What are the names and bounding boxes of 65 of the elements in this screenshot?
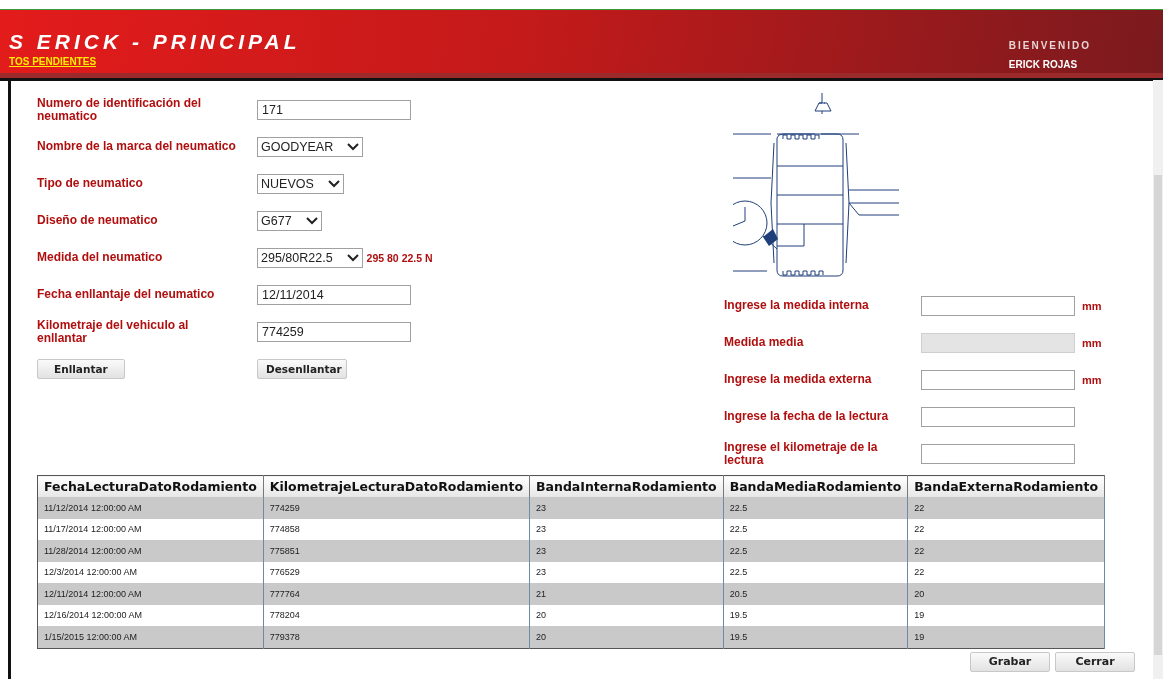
chevron-icon: [346, 253, 359, 262]
field-label: Ingrese el kilometraje de la lectura: [724, 440, 879, 467]
table-cell: 23: [529, 540, 724, 562]
table-cell: 21: [529, 583, 724, 605]
unit-label: mm: [1081, 336, 1103, 349]
column-header: BandaExternaRodamiento: [907, 475, 1105, 497]
input-field[interactable]: [921, 443, 1075, 464]
size-code: 295 80 22.5 N: [366, 251, 433, 264]
field-label: Nombre de la marca del neumatico: [37, 140, 237, 153]
dropdown[interactable]: NUEVOS: [257, 173, 344, 194]
field-label: Numero de identificación del neumatico: [37, 94, 203, 125]
table-cell: 22: [907, 540, 1105, 562]
pending-link[interactable]: TOS PENDIENTES: [9, 56, 97, 67]
column-header: KilometrajeLecturaDatoRodamiento: [263, 475, 530, 497]
unmount-button[interactable]: Desenllantar: [257, 358, 347, 379]
input-field[interactable]: [921, 295, 1075, 316]
table-cell: 19: [907, 626, 1105, 648]
table-cell: 20.5: [723, 583, 908, 605]
table-cell: 22: [907, 497, 1105, 519]
input-field[interactable]: [921, 406, 1075, 427]
table-cell: 19.5: [723, 626, 908, 648]
field-label: Ingrese la medida interna: [724, 299, 870, 312]
table-cell: 22.5: [723, 497, 908, 519]
user-name: ERICK ROJAS: [1008, 59, 1079, 70]
unit-label: mm: [1081, 373, 1103, 386]
welcome-label: BIENVENIDO: [1008, 40, 1091, 51]
table-cell: 20: [907, 583, 1105, 605]
scrollbar[interactable]: [1153, 80, 1163, 679]
column-header: BandaMediaRodamiento: [723, 475, 908, 497]
dropdown[interactable]: G677: [257, 210, 322, 231]
table-cell: 12/11/2014 12:00:00 AM: [37, 583, 264, 605]
input-field[interactable]: [921, 369, 1075, 390]
table-cell: 1/15/2015 12:00:00 AM: [37, 626, 264, 648]
input-field[interactable]: 774259: [257, 321, 411, 342]
table-cell: 11/28/2014 12:00:00 AM: [37, 540, 264, 562]
table-cell: 22.5: [723, 540, 908, 562]
field-label: Diseño de neumatico: [37, 214, 159, 227]
field-label: Ingrese la fecha de la lectura: [724, 410, 890, 423]
input-field[interactable]: 12/11/2014: [257, 284, 411, 305]
chevron-icon: [347, 142, 360, 151]
table-cell: 11/12/2014 12:00:00 AM: [37, 497, 264, 519]
unit-label: mm: [1081, 299, 1103, 312]
column-header: BandaInternaRodamiento: [529, 475, 724, 497]
table-cell: 777764: [263, 583, 530, 605]
field-label: Medida del neumatico: [37, 251, 164, 264]
dropdown[interactable]: GOODYEAR: [257, 136, 364, 157]
page-title: S ERICK - PRINCIPAL: [9, 30, 301, 54]
input-field[interactable]: 171: [257, 99, 411, 120]
mount-button[interactable]: Enllantar: [37, 358, 125, 379]
table-cell: 23: [529, 497, 724, 519]
field-label: Fecha enllantaje del neumatico: [37, 288, 216, 301]
dropdown[interactable]: 295/80R22.5: [257, 247, 363, 268]
close-button[interactable]: Cerrar: [1055, 651, 1135, 672]
field-label: Ingrese la medida externa: [724, 373, 873, 386]
field-label: Tipo de neumatico: [37, 177, 144, 190]
field-label: Medida media: [724, 336, 805, 349]
table-cell: 20: [529, 626, 724, 648]
table-cell: 779378: [263, 626, 530, 648]
table-cell: 775851: [263, 540, 530, 562]
column-header: FechaLecturaDatoRodamiento: [37, 475, 264, 497]
table-cell: 774259: [263, 497, 530, 519]
field-label: Kilometraje del vehiculo al enllantar: [37, 318, 190, 345]
chevron-icon: [327, 179, 340, 188]
chevron-icon: [305, 216, 318, 225]
save-button[interactable]: Grabar: [970, 651, 1050, 672]
